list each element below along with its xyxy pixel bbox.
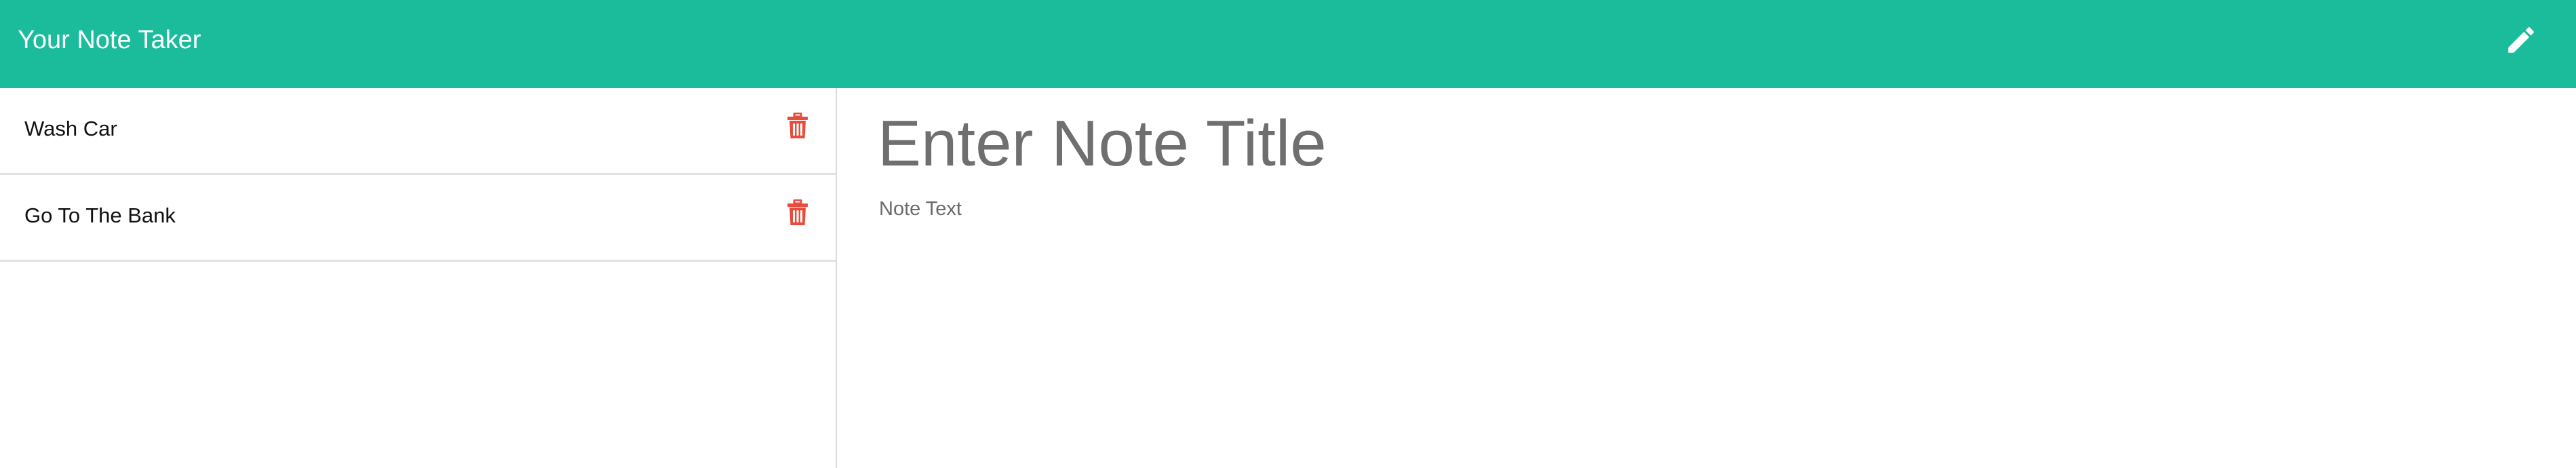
note-title: Wash Car [24, 117, 117, 140]
delete-note-button[interactable] [785, 199, 810, 229]
brand-link[interactable]: Your Note Taker [18, 23, 201, 57]
note-list: Wash Car Go To The Bank [0, 88, 837, 468]
pencil-icon [2504, 23, 2538, 60]
trash-icon [787, 112, 808, 143]
trash-icon [787, 199, 808, 230]
delete-note-button[interactable] [785, 112, 810, 143]
note-title: Go To The Bank [24, 203, 176, 227]
note-editor [837, 88, 2576, 468]
note-title-input[interactable] [878, 103, 2533, 184]
list-item[interactable]: Wash Car [0, 88, 836, 175]
navbar: Your Note Taker [0, 0, 2576, 88]
note-text-input[interactable] [879, 195, 2534, 440]
new-note-button[interactable] [2501, 22, 2541, 61]
list-item[interactable]: Go To The Bank [0, 175, 836, 262]
